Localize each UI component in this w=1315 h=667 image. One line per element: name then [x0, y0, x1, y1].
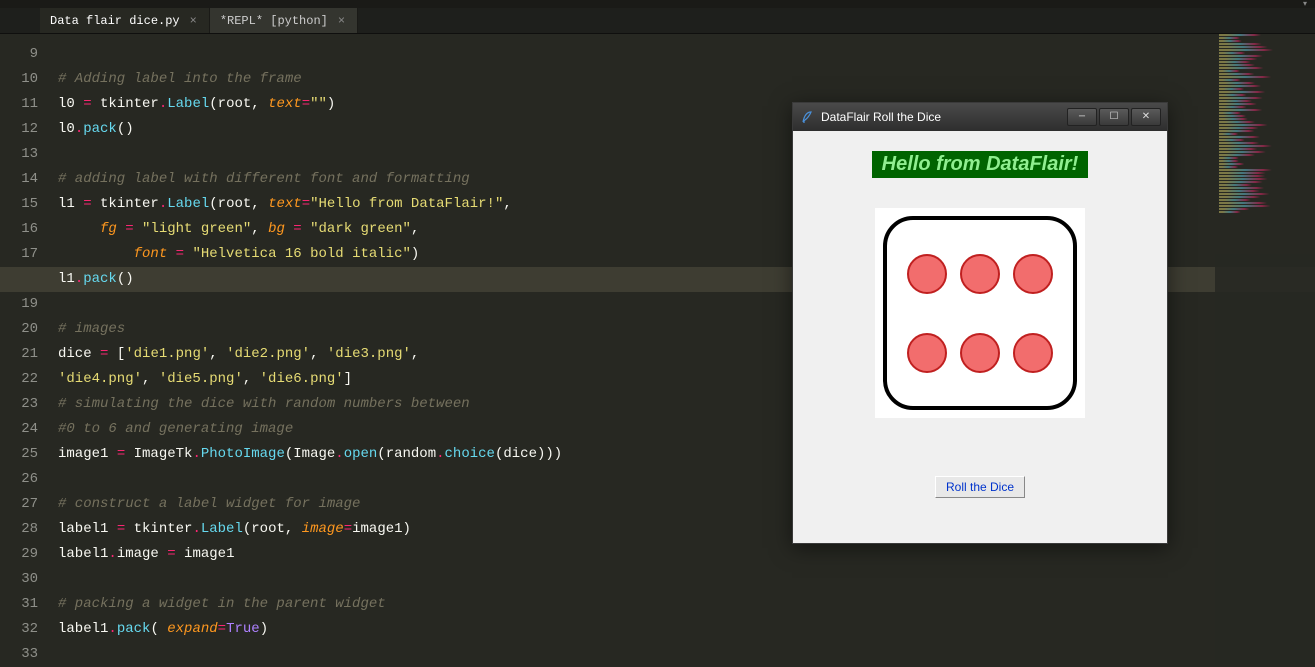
code-line[interactable]: label1.pack( expand=True): [58, 617, 1307, 642]
line-gutter: 9101112131415161718192021222324252627282…: [0, 34, 50, 664]
tkinter-title: DataFlair Roll the Dice: [821, 110, 1059, 124]
code-line[interactable]: [58, 567, 1307, 592]
tkinter-hello-label: Hello from DataFlair!: [872, 151, 1089, 178]
dice-pip: [1013, 333, 1053, 373]
code-line[interactable]: label1.image = image1: [58, 542, 1307, 567]
close-button[interactable]: ✕: [1131, 108, 1161, 126]
tabs-spacer: [0, 8, 40, 33]
code-line[interactable]: [58, 642, 1307, 667]
tkinter-body: Hello from DataFlair! Roll the Dice: [793, 131, 1167, 543]
code-line[interactable]: # packing a widget in the parent widget: [58, 592, 1307, 617]
tkinter-window: DataFlair Roll the Dice ─ ☐ ✕ Hello from…: [792, 102, 1168, 544]
minimize-button[interactable]: ─: [1067, 108, 1097, 126]
dice-pip: [960, 254, 1000, 294]
dice-pip: [907, 254, 947, 294]
dice-face-six: [883, 216, 1077, 410]
dice-pip: [1013, 254, 1053, 294]
tkinter-feather-icon: [799, 109, 815, 125]
tkinter-titlebar[interactable]: DataFlair Roll the Dice ─ ☐ ✕: [793, 103, 1167, 131]
code-line[interactable]: # Adding label into the frame: [58, 67, 1307, 92]
minimap[interactable]: [1215, 34, 1315, 664]
close-icon[interactable]: ×: [336, 14, 347, 28]
dice-pip: [907, 333, 947, 373]
tab-dataflair-dice[interactable]: Data flair dice.py ×: [40, 8, 210, 33]
dropdown-arrow-icon[interactable]: ▾: [1303, 0, 1307, 9]
close-icon[interactable]: ×: [188, 14, 199, 28]
dice-pip: [960, 333, 1000, 373]
tkinter-dice-image: [875, 208, 1085, 418]
tabs-bar: Data flair dice.py × *REPL* [python] ×: [0, 8, 1315, 34]
tab-label: Data flair dice.py: [50, 14, 180, 28]
code-line[interactable]: [58, 42, 1307, 67]
window-controls: ─ ☐ ✕: [1065, 108, 1161, 126]
maximize-button[interactable]: ☐: [1099, 108, 1129, 126]
tab-repl-python[interactable]: *REPL* [python] ×: [210, 8, 358, 33]
tab-label: *REPL* [python]: [220, 14, 328, 28]
roll-dice-button[interactable]: Roll the Dice: [935, 476, 1025, 498]
editor-top-bar: ▾: [0, 0, 1315, 8]
